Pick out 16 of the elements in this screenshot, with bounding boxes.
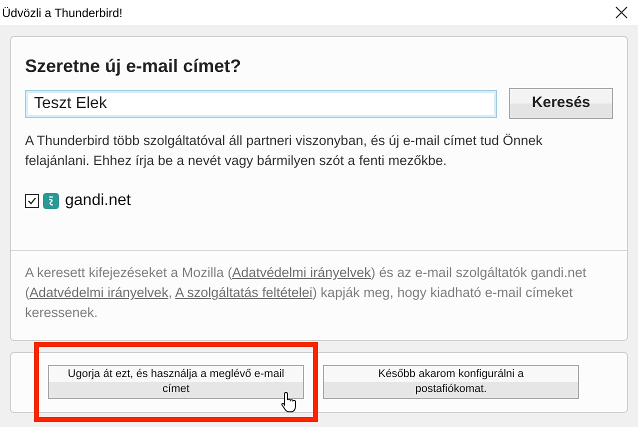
action-button[interactable]: Ugorja át ezt, és használja a meglévő e-mail címet bbox=[48, 365, 304, 399]
checkbox[interactable] bbox=[25, 194, 39, 208]
description-text: A Thunderbird több szolgáltatóval áll partneri viszonyban, és új e-mail címet tud Önnek felajánlani. Ehhez írja be a nevét vagy bármilyen szót a fenti mezőkbe. bbox=[25, 132, 544, 170]
close-icon[interactable] bbox=[615, 6, 628, 19]
heading: Szeretne új e-mail címet? bbox=[25, 55, 242, 78]
privacy-link[interactable]: Adatvédelmi irányelvek bbox=[232, 265, 371, 280]
name-field[interactable]: Teszt Elek bbox=[25, 90, 498, 118]
privacy-link[interactable]: Adatvédelmi irányelvek bbox=[30, 285, 168, 300]
search-button[interactable]: Keresés bbox=[509, 88, 613, 119]
action-button[interactable]: Később akarom konfigurálni a postafiókomat. bbox=[323, 365, 579, 399]
provider-logo-icon bbox=[43, 193, 59, 209]
provider-name: gandi.net bbox=[65, 191, 131, 211]
window-title: Üdvözli a Thunderbird! bbox=[2, 4, 123, 22]
privacy-link[interactable]: A szolgáltatás feltételei bbox=[175, 285, 312, 300]
disclaimer-text: A keresett kifejezéseket a Mozilla (Adatvédelmi irányelvek) és az e-mail szolgáltatók gandi.net (Adatvédelmi irányelvek, A szolgáltatás feltételei) kapják meg, hogy kiadható e-mail címeket keressenek. bbox=[25, 264, 588, 322]
checkmark-icon bbox=[27, 196, 37, 206]
